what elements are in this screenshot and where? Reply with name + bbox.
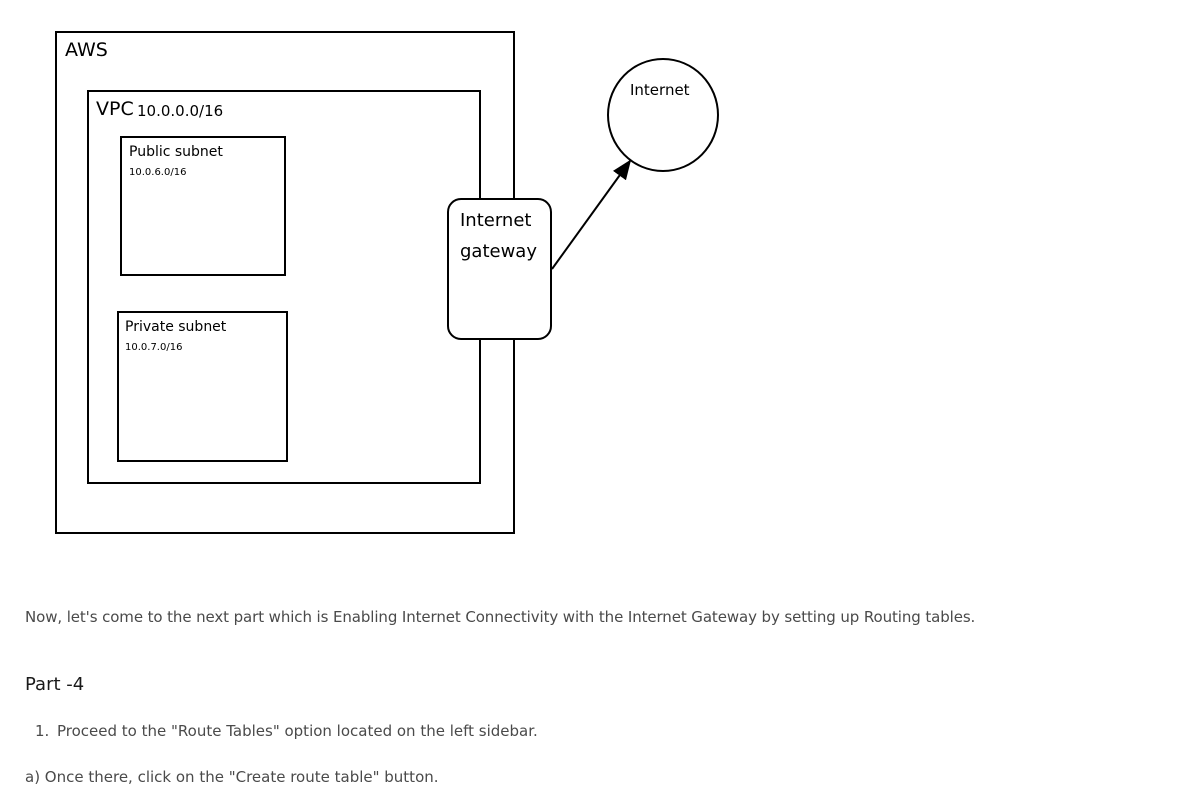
part-heading: Part -4 bbox=[25, 674, 85, 695]
step-number: 1. bbox=[35, 722, 50, 740]
igw-to-internet-arrow bbox=[551, 159, 632, 270]
steps-list: 1. Proceed to the "Route Tables" option l… bbox=[35, 722, 538, 740]
intro-paragraph: Now, let's come to the next part which i… bbox=[25, 608, 976, 626]
arrow-line bbox=[551, 159, 632, 270]
aws-architecture-diagram: AWS VPC 10.0.0.0/16 Public subnet 10.0.6… bbox=[0, 0, 760, 560]
step-text: Proceed to the "Route Tables" option loc… bbox=[57, 722, 538, 740]
substep-a: a) Once there, click on the "Create rout… bbox=[25, 768, 439, 786]
